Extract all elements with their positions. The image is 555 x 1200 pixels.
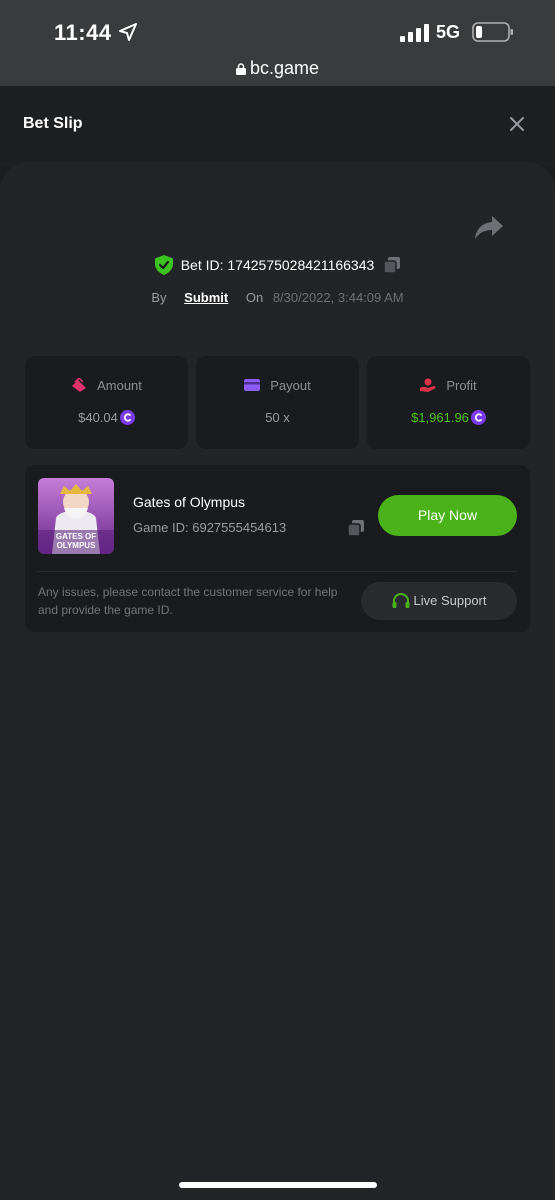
profit-card: Profit $1,961.96 <box>367 356 530 449</box>
bettor-name-link[interactable]: Submit <box>184 290 228 305</box>
bet-meta-row: By Submit On 8/30/2022, 3:44:09 AM <box>0 290 555 305</box>
amount-label: Amount <box>97 378 142 393</box>
bet-id-row: Bet ID: 1742575028421166343 <box>0 255 555 275</box>
divider <box>38 571 517 572</box>
on-label: On <box>245 290 264 305</box>
status-bar: 11:44 5G bc.game <box>0 0 555 86</box>
game-id: Game ID: 6927555454613 <box>133 520 287 535</box>
payout-card: Payout 50 x <box>196 356 359 449</box>
copy-icon[interactable] <box>348 520 364 536</box>
amount-icon <box>72 376 87 392</box>
headset-icon <box>392 593 409 608</box>
url-text: bc.game <box>249 58 320 78</box>
copy-icon[interactable] <box>384 257 401 273</box>
coin-icon <box>119 410 135 425</box>
url-bar[interactable]: bc.game <box>0 58 555 79</box>
profit-icon <box>420 378 436 392</box>
status-time: 11:44 <box>54 20 112 45</box>
payout-icon <box>244 379 261 391</box>
location-arrow-icon <box>119 23 137 41</box>
coin-icon <box>470 410 486 425</box>
game-card: GATES OF OLYMPUS Gates of Olympus Game I… <box>25 465 530 632</box>
game-thumbnail[interactable]: GATES OF OLYMPUS <box>38 478 114 554</box>
bet-slip-header: Bet Slip <box>0 86 555 166</box>
by-label: By <box>151 290 167 305</box>
game-name: Gates of Olympus <box>133 494 246 510</box>
bet-date: 8/30/2022, 3:44:09 AM <box>272 290 404 305</box>
bet-id: Bet ID: 1742575028421166343 <box>180 257 375 273</box>
amount-card: Amount $40.04 <box>25 356 188 449</box>
live-support-label: Live Support <box>413 593 487 608</box>
battery-icon <box>472 22 513 42</box>
payout-label: Payout <box>270 378 311 393</box>
profit-value: $1,961.96 <box>411 410 469 425</box>
shield-check-icon <box>154 255 173 275</box>
payout-value: 50 x <box>265 410 290 425</box>
amount-value: $40.04 <box>78 410 118 425</box>
close-icon[interactable] <box>508 115 526 133</box>
profit-label: Profit <box>446 378 477 393</box>
signal-icon <box>400 24 429 42</box>
svg-text:OLYMPUS: OLYMPUS <box>57 541 96 550</box>
bet-details-sheet <box>0 162 555 1200</box>
svg-text:GATES OF: GATES OF <box>56 532 96 541</box>
live-support-button[interactable]: Live Support <box>361 582 517 620</box>
play-now-button[interactable]: Play Now <box>378 495 517 536</box>
page-title: Bet Slip <box>23 115 83 132</box>
network-type: 5G <box>436 22 461 42</box>
share-icon[interactable] <box>474 214 504 240</box>
help-text: Any issues, please contact the customer … <box>38 585 338 617</box>
home-indicator <box>179 1182 377 1188</box>
lock-icon <box>235 63 246 75</box>
